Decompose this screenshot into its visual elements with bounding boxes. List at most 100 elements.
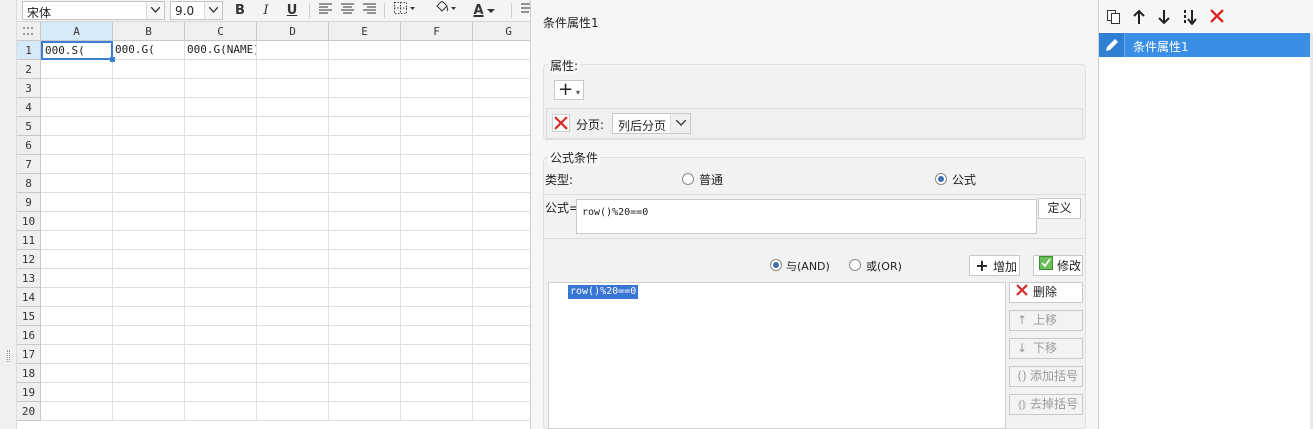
cell-a6[interactable] <box>41 136 113 155</box>
cell-a10[interactable] <box>41 212 113 231</box>
cell-a11[interactable] <box>41 231 113 250</box>
select-all-corner[interactable] <box>17 22 41 41</box>
cell-a17[interactable] <box>41 345 113 364</box>
row-header-4[interactable]: 4 <box>17 98 41 117</box>
font-size-select[interactable]: 9.0 <box>170 1 223 20</box>
font-color-button[interactable]: A <box>469 1 499 20</box>
cell-g6[interactable] <box>473 136 530 155</box>
cell-g4[interactable] <box>473 98 530 117</box>
cell-b2[interactable] <box>113 60 185 79</box>
cell-e19[interactable] <box>329 383 401 402</box>
gutter-grip[interactable] <box>7 350 10 362</box>
align-left-icon[interactable] <box>315 1 335 20</box>
cell-c13[interactable] <box>185 269 257 288</box>
cell-c20[interactable] <box>185 402 257 421</box>
cell-c8[interactable] <box>185 174 257 193</box>
cell-b7[interactable] <box>113 155 185 174</box>
cell-b15[interactable] <box>113 307 185 326</box>
cell-e10[interactable] <box>329 212 401 231</box>
cell-b20[interactable] <box>113 402 185 421</box>
cell-g3[interactable] <box>473 79 530 98</box>
cell-d10[interactable] <box>257 212 329 231</box>
cell-e17[interactable] <box>329 345 401 364</box>
italic-button[interactable]: I <box>256 1 276 20</box>
cell-f8[interactable] <box>401 174 473 193</box>
cell-a9[interactable] <box>41 193 113 212</box>
cell-e12[interactable] <box>329 250 401 269</box>
cell-e14[interactable] <box>329 288 401 307</box>
row-header-12[interactable]: 12 <box>17 250 41 269</box>
cell-f20[interactable] <box>401 402 473 421</box>
row-header-20[interactable]: 20 <box>17 402 41 421</box>
cell-a8[interactable] <box>41 174 113 193</box>
cell-d20[interactable] <box>257 402 329 421</box>
row-header-3[interactable]: 3 <box>17 79 41 98</box>
row-header-8[interactable]: 8 <box>17 174 41 193</box>
cell-a16[interactable] <box>41 326 113 345</box>
copy-icon[interactable] <box>1106 9 1122 25</box>
modify-condition-button[interactable]: 修改 <box>1033 255 1083 276</box>
cell-e16[interactable] <box>329 326 401 345</box>
cell-g9[interactable] <box>473 193 530 212</box>
add-bracket-button[interactable]: () 添加括号 <box>1009 366 1083 387</box>
underline-button[interactable]: U <box>282 1 302 20</box>
add-property-button[interactable]: + ▾ <box>554 80 584 100</box>
cell-d5[interactable] <box>257 117 329 136</box>
cell-c14[interactable] <box>185 288 257 307</box>
row-header-2[interactable]: 2 <box>17 60 41 79</box>
cell-a1[interactable]: 000.S( <box>41 41 113 60</box>
add-condition-button[interactable]: + 增加 <box>969 255 1020 276</box>
cell-c10[interactable] <box>185 212 257 231</box>
cell-b11[interactable] <box>113 231 185 250</box>
cell-g15[interactable] <box>473 307 530 326</box>
arrow-down-icon[interactable] <box>1156 9 1172 25</box>
cell-f9[interactable] <box>401 193 473 212</box>
logic-and-radio[interactable] <box>770 259 782 271</box>
type-formula-radio[interactable] <box>935 173 947 185</box>
cell-c11[interactable] <box>185 231 257 250</box>
cell-d2[interactable] <box>257 60 329 79</box>
cell-d14[interactable] <box>257 288 329 307</box>
cell-f7[interactable] <box>401 155 473 174</box>
cell-d19[interactable] <box>257 383 329 402</box>
cell-f19[interactable] <box>401 383 473 402</box>
cell-a15[interactable] <box>41 307 113 326</box>
cell-g14[interactable] <box>473 288 530 307</box>
cell-c19[interactable] <box>185 383 257 402</box>
cell-f2[interactable] <box>401 60 473 79</box>
move-to-bottom-icon[interactable] <box>1182 9 1198 26</box>
cell-e18[interactable] <box>329 364 401 383</box>
cell-a2[interactable] <box>41 60 113 79</box>
bold-button[interactable]: B <box>230 1 250 20</box>
pagination-select[interactable]: 列后分页 <box>612 113 691 134</box>
row-header-9[interactable]: 9 <box>17 193 41 212</box>
cell-g18[interactable] <box>473 364 530 383</box>
align-center-icon[interactable] <box>337 1 357 20</box>
cell-d17[interactable] <box>257 345 329 364</box>
align-right-icon[interactable] <box>359 1 379 20</box>
condition-list-item[interactable]: row()%20==0 <box>568 285 639 299</box>
row-header-15[interactable]: 15 <box>17 307 41 326</box>
cell-d4[interactable] <box>257 98 329 117</box>
cell-g13[interactable] <box>473 269 530 288</box>
delete-button[interactable]: 删除 <box>1009 282 1083 303</box>
cell-e1[interactable] <box>329 41 401 60</box>
formula-input[interactable]: row()%20==0 <box>576 199 1037 234</box>
column-header-f[interactable]: F <box>401 22 473 41</box>
fill-color-icon[interactable] <box>431 0 461 20</box>
cell-e15[interactable] <box>329 307 401 326</box>
cell-e7[interactable] <box>329 155 401 174</box>
close-icon[interactable] <box>1209 9 1225 25</box>
cell-f17[interactable] <box>401 345 473 364</box>
cell-c6[interactable] <box>185 136 257 155</box>
cell-f1[interactable] <box>401 41 473 60</box>
cell-a4[interactable] <box>41 98 113 117</box>
cell-d16[interactable] <box>257 326 329 345</box>
column-header-e[interactable]: E <box>329 22 401 41</box>
cell-g1[interactable] <box>473 41 530 60</box>
cell-f12[interactable] <box>401 250 473 269</box>
cell-b12[interactable] <box>113 250 185 269</box>
logic-or-radio[interactable] <box>849 259 861 271</box>
cell-a13[interactable] <box>41 269 113 288</box>
cell-a5[interactable] <box>41 117 113 136</box>
